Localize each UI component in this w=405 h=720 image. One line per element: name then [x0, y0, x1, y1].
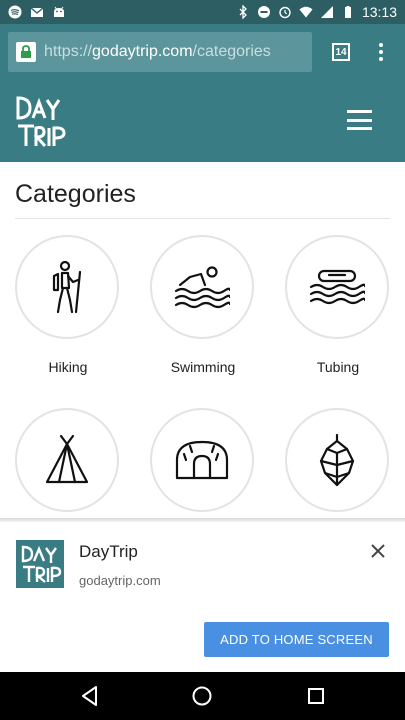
daytrip-app-icon: [16, 540, 64, 588]
swimmer-icon: [174, 266, 230, 309]
category-label: Tubing: [316, 359, 360, 375]
url-path: /categories: [192, 43, 271, 60]
tab-switcher-button[interactable]: 14: [332, 43, 350, 61]
daytrip-logo[interactable]: [14, 92, 66, 150]
category-circle[interactable]: [285, 235, 389, 339]
url-host: godaytrip.com: [92, 43, 193, 60]
gmail-icon: [30, 7, 44, 17]
signal-icon: [320, 6, 333, 18]
category-brewery[interactable]: [285, 408, 391, 512]
battery-icon: [344, 6, 351, 18]
home-icon[interactable]: [190, 684, 214, 708]
status-bar: 13:13: [0, 0, 405, 24]
tent-icon: [45, 434, 89, 484]
category-label: Swimming: [170, 359, 236, 375]
tube-on-water-icon: [309, 269, 365, 305]
categories-page: Categories Hiking Swimming Tubing: [0, 162, 405, 520]
category-camping[interactable]: [15, 408, 121, 512]
url-field[interactable]: https://godaytrip.com/categories: [8, 32, 312, 72]
hiker-icon: [52, 260, 82, 314]
category-circle[interactable]: [15, 235, 119, 339]
category-circle[interactable]: [150, 235, 254, 339]
bluetooth-icon: [239, 5, 247, 19]
cave-icon: [175, 440, 229, 480]
category-circle[interactable]: [150, 408, 254, 512]
category-tubing[interactable]: Tubing: [285, 235, 391, 375]
banner-app-name: DayTrip: [79, 542, 138, 561]
overflow-menu-icon[interactable]: [379, 43, 383, 61]
page-title: Categories: [15, 180, 136, 208]
do-not-disturb-icon: [257, 6, 270, 18]
site-header: [0, 80, 405, 162]
recents-icon[interactable]: [304, 684, 328, 708]
hamburger-menu-icon[interactable]: [347, 110, 372, 130]
category-hiking[interactable]: Hiking: [15, 235, 121, 375]
url-scheme: https://: [44, 43, 93, 60]
category-circle[interactable]: [285, 408, 389, 512]
add-to-home-screen-button[interactable]: ADD TO HOME SCREEN: [204, 622, 389, 657]
spotify-icon: [8, 5, 22, 19]
status-time: 13:13: [361, 4, 397, 20]
category-label: Hiking: [48, 359, 88, 375]
category-circle[interactable]: [15, 408, 119, 512]
wifi-icon: [299, 6, 313, 18]
close-icon[interactable]: [369, 542, 387, 560]
category-swimming[interactable]: Swimming: [150, 235, 256, 375]
title-divider: [15, 218, 390, 219]
back-icon[interactable]: [78, 684, 102, 708]
add-to-home-banner: DayTrip godaytrip.com ADD TO HOME SCREEN: [0, 522, 405, 672]
android-icon: [54, 6, 64, 17]
lock-icon: [16, 42, 36, 62]
system-nav-bar: [0, 672, 405, 720]
hops-icon: [319, 433, 355, 487]
category-caving[interactable]: [150, 408, 256, 512]
banner-app-url: godaytrip.com: [79, 573, 161, 588]
browser-toolbar: https://godaytrip.com/categories 14: [0, 24, 405, 80]
alarm-icon: [279, 6, 291, 19]
